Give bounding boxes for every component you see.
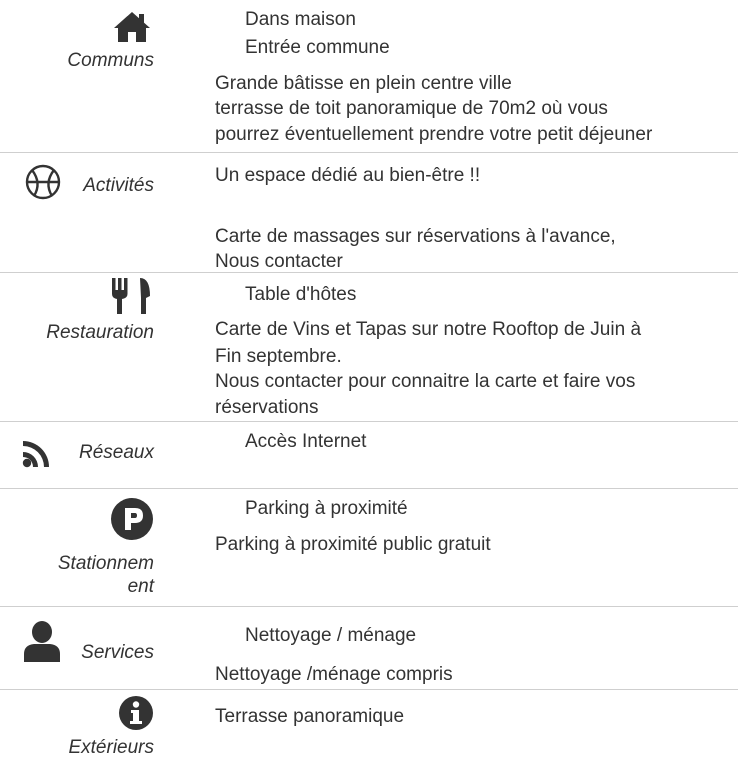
sub-item: Entrée commune <box>245 37 390 58</box>
sub-item: Accès Internet <box>245 431 367 452</box>
description-line: Fin septembre. <box>215 346 342 367</box>
sub-item: Nettoyage / ménage <box>245 625 417 646</box>
section-label-line: ent <box>127 576 154 597</box>
description-line: Carte de massages sur réservations à l'a… <box>215 226 616 247</box>
sub-item: Parking à proximité <box>245 498 408 519</box>
sub-item: Dans maison <box>245 9 356 30</box>
info-icon <box>118 695 154 731</box>
description-line: Parking à proximité public gratuit <box>215 534 491 555</box>
section-label: Extérieurs <box>68 737 154 758</box>
description-line: Carte de Vins et Tapas sur notre Rooftop… <box>215 319 642 340</box>
description-line: Grande bâtisse en plein centre ville <box>215 73 512 94</box>
home-icon <box>112 10 152 44</box>
section-label: Communs <box>67 50 154 71</box>
description-line: pourrez éventuellement prendre votre pet… <box>215 124 653 145</box>
description-line: Terrasse panoramique <box>215 706 405 727</box>
sub-item: Table d'hôtes <box>245 284 357 305</box>
utensils-icon <box>110 276 154 316</box>
description-line: Nous contacter <box>215 251 343 272</box>
description-line: réservations <box>215 397 319 418</box>
section-label: Activités <box>83 175 154 196</box>
section-label-line: Stationnem <box>57 553 154 574</box>
section-restauration: Restauration Table d'hôtes Carte de Vins… <box>0 273 738 421</box>
section-reseaux: Réseaux Accès Internet <box>0 422 738 488</box>
description-line: Un espace dédié au bien-être !! <box>215 165 481 186</box>
section-stationnement: Stationnem ent Parking à proximité Parki… <box>0 489 738 606</box>
section-exterieurs: Extérieurs Terrasse panoramique <box>0 690 738 758</box>
section-communs: Communs Dans maison Entrée commune Grand… <box>0 0 738 152</box>
section-label: Services <box>81 642 154 663</box>
parking-icon <box>110 497 154 541</box>
section-activites: Activités Un espace dédié au bien-être !… <box>0 153 738 272</box>
section-services: Services Nettoyage / ménage Nettoyage /m… <box>0 607 738 689</box>
description-line: Nous contacter pour connaitre la carte e… <box>215 371 636 392</box>
section-label: Restauration <box>46 322 154 343</box>
description-line: Nettoyage /ménage compris <box>215 664 453 685</box>
description-line: terrasse de toit panoramique de 70m2 où … <box>215 98 608 119</box>
section-label: Réseaux <box>79 442 154 463</box>
